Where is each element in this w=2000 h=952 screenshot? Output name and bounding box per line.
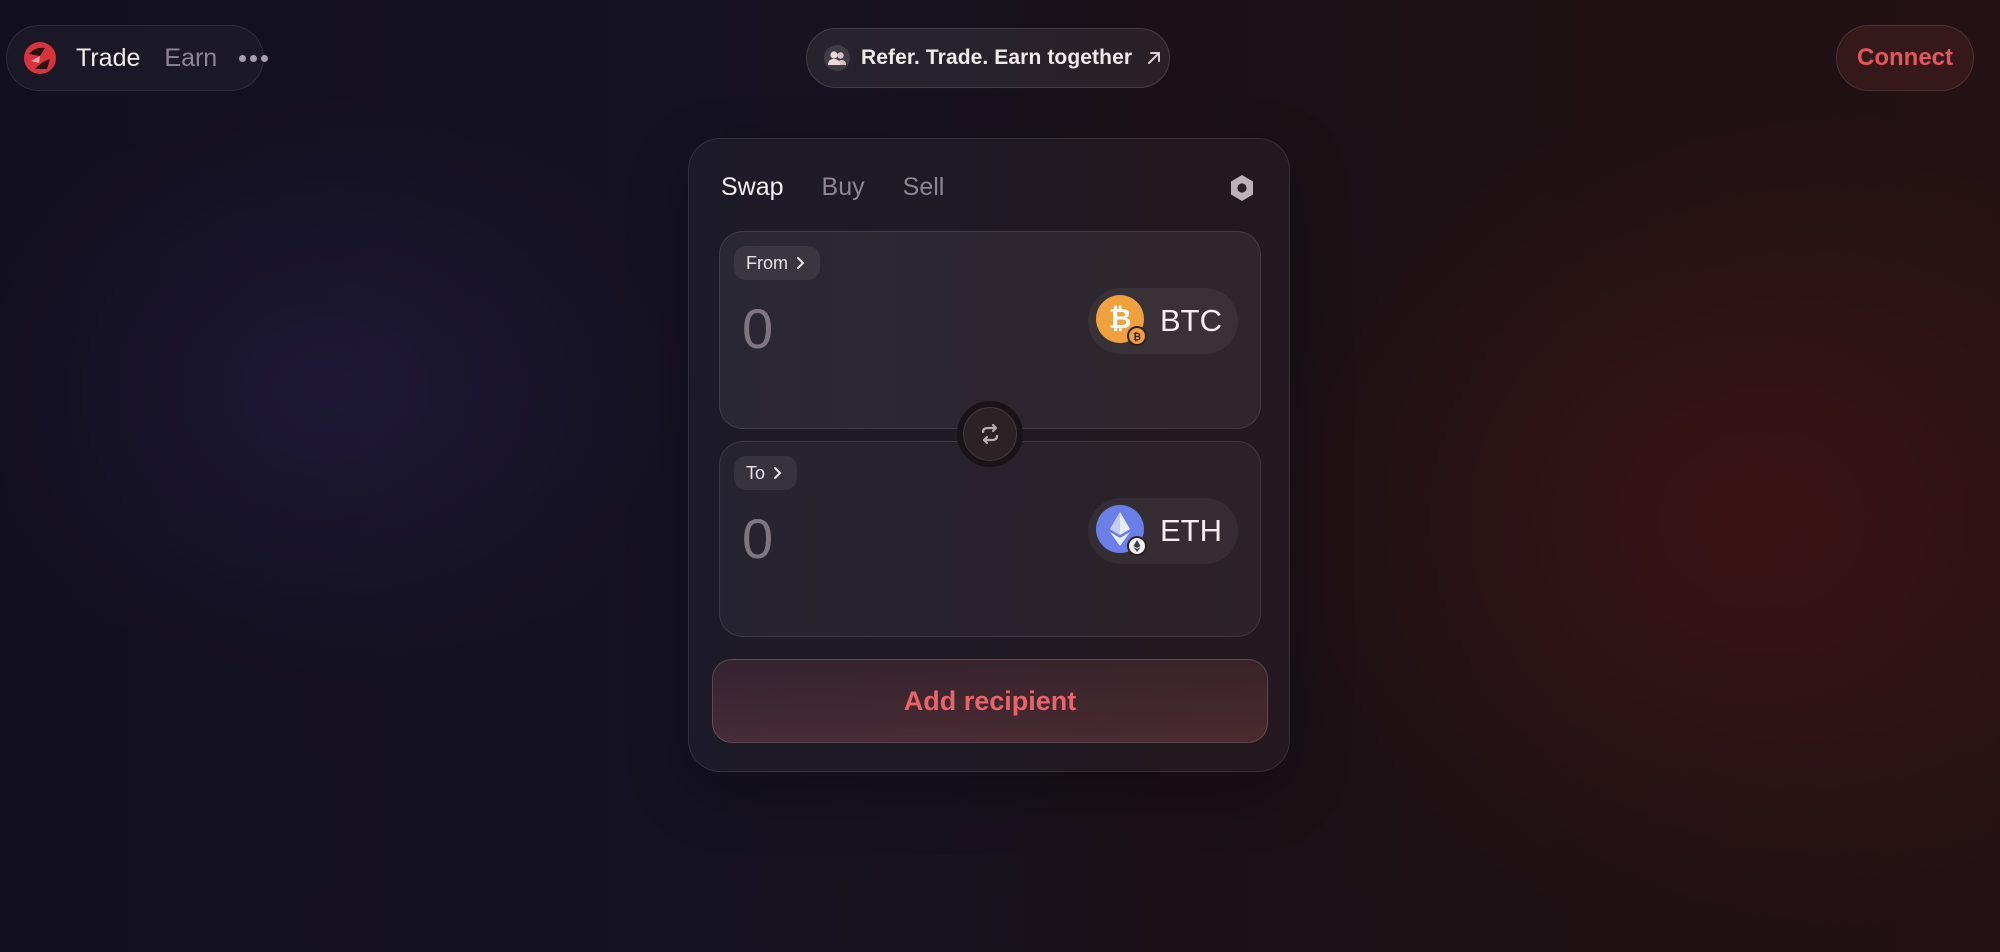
nav-trade[interactable]: Trade: [76, 44, 140, 73]
arrow-up-right-icon: [1148, 52, 1161, 64]
add-recipient-button[interactable]: Add recipient: [712, 659, 1268, 743]
main-nav: Trade Earn: [6, 25, 269, 91]
ethereum-icon: [1096, 505, 1148, 557]
brand-logo-icon: [24, 42, 56, 74]
from-selector[interactable]: From: [734, 246, 820, 280]
dot: [250, 54, 258, 62]
more-dots-icon[interactable]: [239, 54, 269, 62]
tab-buy[interactable]: Buy: [822, 173, 865, 202]
referral-promo-button[interactable]: Refer. Trade. Earn together: [806, 28, 1170, 88]
to-token-symbol: ETH: [1160, 513, 1222, 548]
dot: [239, 54, 247, 62]
tab-sell[interactable]: Sell: [903, 173, 945, 202]
from-amount-input[interactable]: 0: [742, 296, 773, 361]
brand-logo[interactable]: [23, 41, 57, 75]
swap-card: Swap Buy Sell From 0 ₿ ₿ BTC To 0 ETH Ad…: [688, 138, 1290, 772]
chevron-right-icon: [774, 467, 782, 479]
bitcoin-icon: ₿ ₿: [1096, 295, 1148, 347]
nav-earn[interactable]: Earn: [164, 44, 217, 73]
referral-promo-text: Refer. Trade. Earn together: [861, 46, 1133, 69]
connect-wallet-button[interactable]: Connect: [1836, 25, 1974, 91]
chevron-right-icon: [797, 257, 805, 269]
from-panel: From 0 ₿ ₿ BTC: [719, 231, 1261, 429]
swap-arrows-icon: [963, 407, 1017, 461]
to-label: To: [746, 462, 766, 483]
from-token-selector[interactable]: ₿ ₿ BTC: [1088, 288, 1238, 354]
to-selector[interactable]: To: [734, 456, 798, 490]
tab-swap[interactable]: Swap: [721, 173, 784, 202]
to-amount-input[interactable]: 0: [742, 506, 773, 571]
from-token-symbol: BTC: [1160, 303, 1222, 338]
to-panel: To 0 ETH: [719, 441, 1261, 637]
to-token-selector[interactable]: ETH: [1088, 498, 1238, 564]
svg-text:₿: ₿: [1109, 302, 1132, 335]
settings-hexagon-icon[interactable]: [1227, 173, 1257, 203]
people-icon: [824, 45, 850, 71]
svg-text:₿: ₿: [1133, 331, 1141, 343]
switch-tokens-button[interactable]: [957, 401, 1023, 467]
swap-mode-tabs: Swap Buy Sell: [721, 173, 944, 202]
from-label: From: [746, 252, 788, 273]
dot: [261, 54, 269, 62]
